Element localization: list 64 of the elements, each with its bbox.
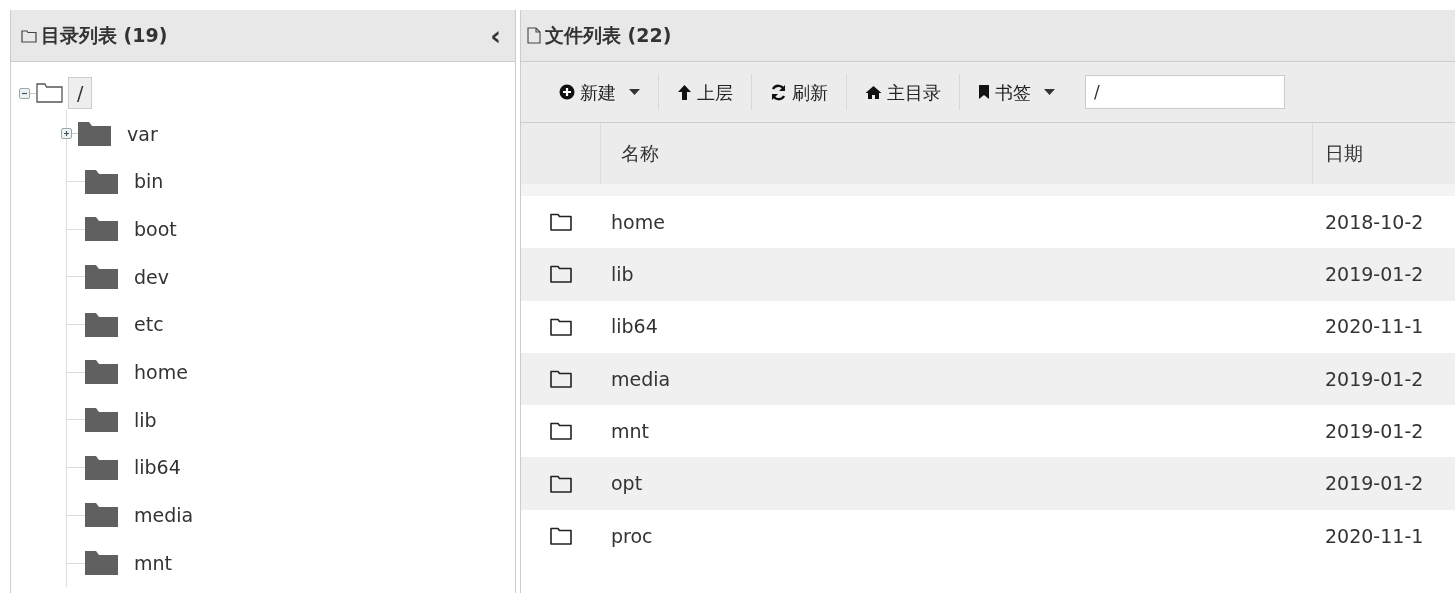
- panel-title: 目录列表 (19): [41, 23, 168, 49]
- plus-circle-icon: [559, 84, 575, 100]
- file-name[interactable]: lib: [601, 260, 1313, 289]
- folder-icon: [21, 28, 37, 43]
- folder-icon: [85, 359, 118, 386]
- tree-item[interactable]: media: [134, 501, 194, 530]
- folder-icon: [85, 263, 118, 290]
- file-date: 2019-01-2: [1324, 471, 1425, 497]
- tree-item[interactable]: /: [68, 77, 93, 109]
- path-field[interactable]: /: [1085, 75, 1285, 109]
- folder-icon: [550, 265, 572, 284]
- file-name[interactable]: mnt: [601, 417, 1313, 446]
- panel-title: 文件列表 (22): [545, 23, 672, 49]
- folder-icon: [85, 216, 118, 243]
- up-arrow-icon: [677, 83, 692, 101]
- tree-item[interactable]: lib64: [134, 453, 181, 482]
- column-header[interactable]: 日期: [1313, 123, 1455, 184]
- folder-icon: [85, 406, 118, 433]
- tree-item[interactable]: bin: [134, 167, 164, 196]
- tree-item[interactable]: dev: [134, 262, 169, 292]
- home-icon: [865, 84, 882, 100]
- folder-icon: [550, 213, 572, 232]
- file-date: 2019-01-2: [1324, 366, 1425, 392]
- bookmark-icon: [978, 84, 990, 100]
- folder-icon: [85, 311, 118, 338]
- file-name[interactable]: lib64: [601, 312, 1313, 341]
- file-name[interactable]: opt: [601, 469, 1313, 498]
- toolbar-button[interactable]: 上层: [659, 72, 751, 112]
- toolbar-button[interactable]: 书签: [960, 72, 1073, 112]
- file-date: 2019-01-2: [1324, 262, 1425, 288]
- refresh-icon: [770, 83, 787, 101]
- folder-icon: [85, 454, 118, 481]
- file-date: 2018-10-2: [1324, 209, 1425, 235]
- toolbar-button[interactable]: 主目录: [847, 72, 959, 112]
- file-date: 2020-11-1: [1324, 523, 1425, 549]
- toolbar-button[interactable]: 刷新: [752, 72, 846, 112]
- toolbar-button[interactable]: 新建: [541, 72, 658, 112]
- folder-icon: [85, 168, 118, 195]
- folder-icon: [550, 422, 572, 441]
- expand-toggle-icon[interactable]: [61, 128, 72, 140]
- file-icon: [527, 27, 541, 44]
- folder-icon: [550, 474, 572, 493]
- file-name[interactable]: media: [601, 364, 1313, 394]
- folder-icon: [36, 83, 63, 103]
- tree-item[interactable]: home: [134, 358, 188, 387]
- collapse-button[interactable]: ‹: [486, 22, 505, 49]
- file-name[interactable]: proc: [601, 521, 1313, 551]
- caret-icon: [629, 89, 640, 95]
- file-date: 2019-01-2: [1324, 419, 1425, 445]
- folder-icon: [550, 370, 572, 389]
- caret-icon: [1044, 89, 1055, 95]
- collapse-toggle-icon[interactable]: [19, 87, 30, 99]
- tree-item[interactable]: boot: [134, 214, 177, 244]
- tree-item[interactable]: var: [127, 119, 158, 149]
- tree-item[interactable]: etc: [134, 310, 164, 339]
- folder-icon: [78, 120, 111, 147]
- folder-icon: [85, 550, 118, 577]
- file-name[interactable]: home: [601, 207, 1313, 237]
- tree-item[interactable]: lib: [134, 405, 157, 435]
- tree-item[interactable]: mnt: [134, 548, 172, 578]
- folder-icon: [550, 526, 572, 545]
- folder-icon: [85, 502, 118, 529]
- folder-icon: [550, 317, 572, 336]
- file-date: 2020-11-1: [1324, 314, 1425, 340]
